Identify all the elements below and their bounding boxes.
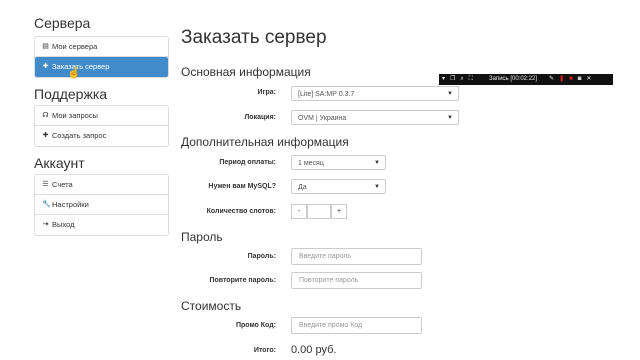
mysql-label: Нужен вам MySQL? bbox=[208, 183, 276, 190]
window-icon[interactable]: ❐ bbox=[450, 74, 455, 85]
cost-heading: Стоимость bbox=[181, 299, 242, 313]
game-label: Игра: bbox=[257, 89, 276, 96]
chevron-down-icon: ▼ bbox=[374, 160, 380, 166]
camera-icon[interactable]: ◙ bbox=[578, 74, 582, 85]
password-field[interactable]: Введите пароль bbox=[291, 248, 422, 265]
sidebar-item-settings[interactable]: 🔧 Настройки bbox=[35, 195, 168, 215]
hand-cursor-icon: ☝ bbox=[67, 67, 81, 79]
close-icon[interactable]: ✕ bbox=[586, 74, 591, 85]
slots-input[interactable] bbox=[307, 204, 331, 219]
account-menu: ☰ Счета 🔧 Настройки ⇥ Выход bbox=[34, 174, 169, 236]
password-label: Пароль: bbox=[247, 253, 276, 260]
repeat-password-field[interactable]: Повторите пароль bbox=[291, 272, 422, 289]
location-select-value: OVM | Украина bbox=[298, 115, 347, 122]
sidebar-item-invoices[interactable]: ☰ Счета bbox=[35, 175, 168, 195]
servers-menu: ▤ Мои сервера ✚ Заказать сервер bbox=[34, 36, 169, 78]
location-select[interactable]: OVM | Украина ▼ bbox=[291, 110, 459, 125]
sidebar-item-logout[interactable]: ⇥ Выход bbox=[35, 215, 168, 235]
slots-label: Количество слотов: bbox=[206, 208, 276, 215]
fullscreen-icon[interactable]: ⛶ bbox=[469, 74, 473, 85]
repeat-password-label: Повторите пароль: bbox=[209, 277, 276, 284]
screen-recorder-toolbar: ▾ ❐ ⌕ ⛶ Запись [00:02:22] ✎ ❚ ■ ◙ ✕ bbox=[439, 74, 613, 85]
pencil-icon[interactable]: ✎ bbox=[549, 74, 554, 85]
mysql-select-value: Да bbox=[298, 184, 307, 191]
sidebar-item-order-server[interactable]: ✚ Заказать сервер bbox=[35, 57, 168, 77]
sidebar-item-label: Мои сервера bbox=[52, 41, 98, 51]
headset-icon: ☊ bbox=[42, 111, 49, 119]
slots-decrement-button[interactable]: - bbox=[291, 204, 307, 219]
mysql-select[interactable]: Да ▼ bbox=[291, 179, 386, 194]
slots-increment-button[interactable]: + bbox=[331, 204, 347, 219]
support-heading: Поддержка bbox=[34, 86, 108, 102]
period-select-value: 1 месяц bbox=[298, 160, 324, 167]
promo-label: Промо Код: bbox=[235, 322, 276, 329]
game-select-value: [Lite] SA:MP 0.3.7 bbox=[298, 91, 355, 98]
total-value: 0.00 руб. bbox=[291, 344, 337, 356]
zoom-icon[interactable]: ⌕ bbox=[460, 74, 463, 85]
plus-icon: ✚ bbox=[42, 63, 49, 70]
extra-info-heading: Дополнительная информация bbox=[181, 135, 349, 149]
sidebar-item-label: Мои запросы bbox=[52, 110, 98, 120]
period-select[interactable]: 1 месяц ▼ bbox=[291, 155, 386, 170]
password-heading: Пароль bbox=[181, 230, 223, 244]
slots-stepper: - + bbox=[291, 204, 347, 219]
chevron-down-icon: ▼ bbox=[447, 91, 453, 97]
sidebar-item-create-request[interactable]: ✚ Создать запрос bbox=[35, 126, 168, 146]
plus-icon: ✚ bbox=[42, 132, 49, 139]
sidebar-item-label: Выход bbox=[52, 220, 75, 229]
page-title: Заказать сервер bbox=[181, 27, 327, 48]
logout-icon: ⇥ bbox=[42, 221, 49, 228]
support-menu: ☊ Мои запросы ✚ Создать запрос bbox=[34, 105, 169, 147]
chevron-down-icon: ▼ bbox=[374, 184, 380, 190]
basic-info-heading: Основная информация bbox=[181, 65, 311, 79]
list-icon: ☰ bbox=[42, 180, 49, 188]
account-heading: Аккаунт bbox=[34, 155, 85, 171]
sidebar-item-my-servers[interactable]: ▤ Мои сервера bbox=[35, 37, 168, 57]
sidebar-item-label: Настройки bbox=[52, 199, 89, 209]
sidebar-item-my-requests[interactable]: ☊ Мои запросы bbox=[35, 106, 168, 126]
pause-icon[interactable]: ❚ bbox=[559, 74, 564, 85]
chevron-down-icon: ▼ bbox=[447, 115, 453, 121]
promo-code-field[interactable]: Введите промо Код bbox=[291, 317, 422, 334]
server-icon: ▤ bbox=[42, 42, 49, 50]
game-select[interactable]: [Lite] SA:MP 0.3.7 ▼ bbox=[291, 86, 459, 101]
servers-heading: Сервера bbox=[34, 15, 91, 31]
sidebar-item-label: Счета bbox=[52, 179, 73, 189]
period-label: Период оплаты: bbox=[219, 159, 276, 166]
wrench-icon: 🔧 bbox=[42, 200, 51, 208]
total-label: Итого: bbox=[253, 347, 276, 354]
recording-status-label: Запись [00:02:22] bbox=[488, 76, 538, 82]
stop-icon[interactable]: ■ bbox=[569, 74, 573, 85]
menu-arrow-icon[interactable]: ▾ bbox=[442, 74, 445, 85]
location-label: Локация: bbox=[244, 114, 276, 121]
sidebar-item-label: Создать запрос bbox=[52, 131, 107, 140]
